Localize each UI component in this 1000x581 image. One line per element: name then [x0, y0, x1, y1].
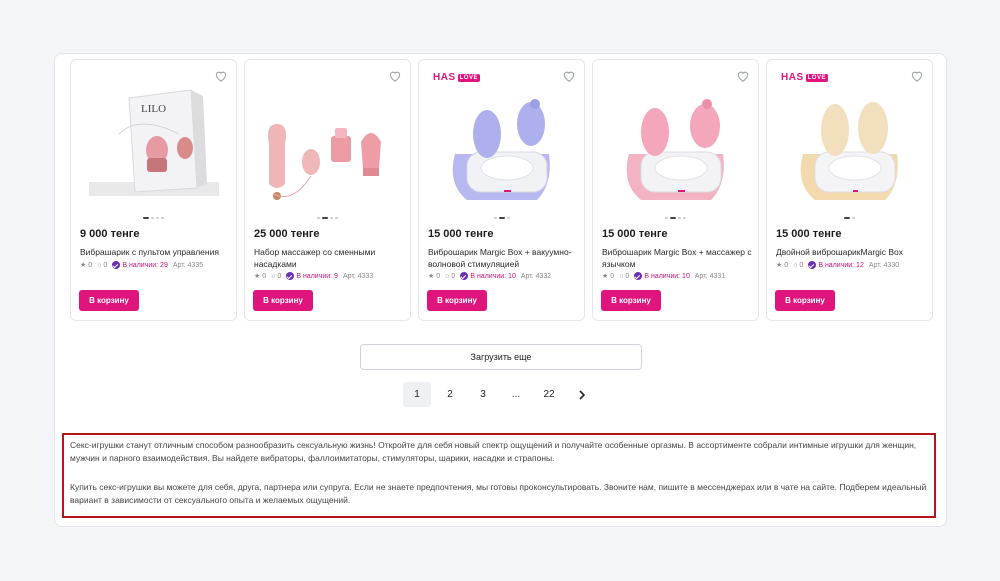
- svg-text:LILO: LILO: [141, 103, 166, 115]
- seo-description: Секс-игрушки станут отличным способом ра…: [62, 433, 936, 518]
- article-number: Арт. 4332: [520, 272, 552, 280]
- product-name[interactable]: Виброшарик Margic Box + вакуумно-волново…: [428, 246, 578, 270]
- comment-count: 0: [625, 272, 630, 280]
- star-icon: ★: [602, 273, 609, 280]
- add-to-cart-button[interactable]: В корзину: [79, 290, 139, 311]
- heart-icon[interactable]: [910, 69, 924, 83]
- check-icon: [460, 272, 469, 280]
- brand-name: HAS: [781, 72, 804, 83]
- comment-count: 0: [451, 272, 456, 280]
- stock-status: В наличии: 10: [644, 272, 690, 280]
- star-icon: ★: [254, 273, 261, 280]
- image-dots[interactable]: [767, 217, 932, 219]
- heart-icon[interactable]: [214, 69, 228, 83]
- check-icon: [112, 261, 121, 269]
- comment-icon: ○: [793, 261, 798, 269]
- page-button-current[interactable]: 1: [403, 382, 431, 407]
- page-button[interactable]: 2: [436, 382, 464, 407]
- product-image[interactable]: [253, 84, 403, 214]
- chevron-right-icon[interactable]: [568, 382, 596, 407]
- check-icon: [634, 272, 643, 280]
- rating-count: 0: [610, 272, 615, 280]
- product-card[interactable]: 25 000 тенге Набор массажер со сменными …: [244, 59, 411, 321]
- product-image[interactable]: LILO: [79, 84, 229, 214]
- image-dots[interactable]: [71, 217, 236, 219]
- check-icon: [286, 272, 295, 280]
- stock-status: В наличии: 9: [296, 272, 338, 280]
- product-meta: ★ 0 ○ 0 В наличии: 12 Арт. 4330: [776, 261, 899, 269]
- seo-paragraph: Купить секс-игрушки вы можете для себя, …: [70, 482, 927, 505]
- page-button[interactable]: 3: [469, 382, 497, 407]
- article-number: Арт. 4331: [694, 272, 726, 280]
- product-card[interactable]: 15 000 тенге Виброшарик Margic Box + мас…: [592, 59, 759, 321]
- star-icon: ★: [80, 262, 87, 269]
- catalog-panel: LILO 9 000 тенге Вибрашарик с пультом уп…: [54, 53, 947, 527]
- comment-count: 0: [277, 272, 282, 280]
- product-meta: ★ 0 ○ 0 В наличии: 9 Арт. 4333: [254, 272, 373, 280]
- heart-icon[interactable]: [562, 69, 576, 83]
- brand-logo: HAS LOVE: [781, 72, 828, 83]
- product-name[interactable]: Виброшарик Margic Box + массажер с язычк…: [602, 246, 752, 270]
- product-price: 25 000 тенге: [254, 228, 320, 240]
- rating-count: 0: [784, 261, 789, 269]
- product-card[interactable]: HAS LOVE 15 000 тенге Двойной виброшарикM…: [766, 59, 933, 321]
- image-dots[interactable]: [593, 217, 758, 219]
- product-meta: ★ 0 ○ 0 В наличии: 10 Арт. 4331: [602, 272, 725, 280]
- article-number: Арт. 4330: [868, 261, 900, 269]
- page-ellipsis: ...: [511, 389, 521, 400]
- brand-tag: LOVE: [805, 73, 828, 82]
- comment-count: 0: [103, 261, 108, 269]
- article-number: Арт. 4333: [342, 272, 374, 280]
- product-card[interactable]: HAS LOVE 15 000 тенге Виброшарик Margic B…: [418, 59, 585, 321]
- comment-icon: ○: [619, 272, 624, 280]
- comment-icon: ○: [445, 272, 450, 280]
- rating-count: 0: [262, 272, 267, 280]
- stock-status: В наличии: 29: [122, 261, 168, 269]
- product-meta: ★ 0 ○ 0 В наличии: 29 Арт. 4335: [80, 261, 203, 269]
- product-name[interactable]: Двойной виброшарикMargic Box: [776, 246, 926, 258]
- seo-paragraph: Секс-игрушки станут отличным способом ра…: [70, 440, 917, 463]
- product-meta: ★ 0 ○ 0 В наличии: 10 Арт. 4332: [428, 272, 551, 280]
- product-image[interactable]: [601, 84, 751, 214]
- pagination: 1 2 3 ... 22: [403, 382, 596, 407]
- comment-count: 0: [799, 261, 804, 269]
- add-to-cart-button[interactable]: В корзину: [601, 290, 661, 311]
- product-price: 15 000 тенге: [428, 228, 494, 240]
- product-card[interactable]: LILO 9 000 тенге Вибрашарик с пультом уп…: [70, 59, 237, 321]
- image-dots[interactable]: [245, 217, 410, 219]
- product-name[interactable]: Набор массажер со сменными насадками: [254, 246, 404, 270]
- heart-icon[interactable]: [736, 69, 750, 83]
- heart-icon[interactable]: [388, 69, 402, 83]
- product-price: 9 000 тенге: [80, 228, 140, 240]
- product-price: 15 000 тенге: [776, 228, 842, 240]
- check-icon: [808, 261, 817, 269]
- image-dots[interactable]: [419, 217, 584, 219]
- comment-icon: ○: [97, 261, 102, 269]
- rating-count: 0: [436, 272, 441, 280]
- rating-count: 0: [88, 261, 93, 269]
- stock-status: В наличии: 10: [470, 272, 516, 280]
- stock-status: В наличии: 12: [818, 261, 864, 269]
- add-to-cart-button[interactable]: В корзину: [253, 290, 313, 311]
- product-image[interactable]: [775, 84, 925, 214]
- product-image[interactable]: [427, 84, 577, 214]
- star-icon: ★: [428, 273, 435, 280]
- add-to-cart-button[interactable]: В корзину: [427, 290, 487, 311]
- page-button[interactable]: 22: [535, 382, 563, 407]
- star-icon: ★: [776, 262, 783, 269]
- comment-icon: ○: [271, 272, 276, 280]
- product-name[interactable]: Вибрашарик с пультом управления: [80, 246, 230, 258]
- brand-logo: HAS LOVE: [433, 72, 480, 83]
- brand-name: HAS: [433, 72, 456, 83]
- load-more-button[interactable]: Загрузить еще: [360, 344, 642, 370]
- product-price: 15 000 тенге: [602, 228, 668, 240]
- brand-tag: LOVE: [457, 73, 480, 82]
- add-to-cart-button[interactable]: В корзину: [775, 290, 835, 311]
- article-number: Арт. 4335: [172, 261, 204, 269]
